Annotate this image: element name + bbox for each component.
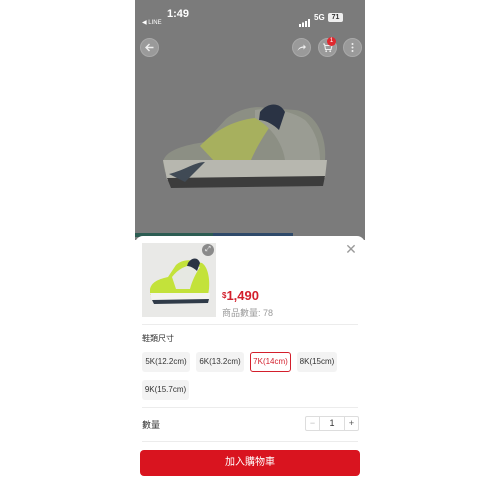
size-option[interactable]: 6K(13.2cm) — [196, 352, 244, 372]
divider — [142, 407, 358, 408]
size-option[interactable]: 9K(15.7cm) — [142, 380, 189, 400]
zoom-icon[interactable]: ⤢ — [202, 244, 214, 256]
add-to-cart-button[interactable]: 加入購物車 — [140, 450, 360, 476]
battery-icon: 71 — [328, 13, 343, 22]
quantity-decrease-button[interactable]: − — [306, 417, 320, 430]
signal-icon — [299, 14, 311, 32]
product-hero-image — [163, 104, 327, 188]
size-option-selected[interactable]: 7K(14cm) — [250, 352, 291, 372]
divider — [142, 441, 358, 442]
back-arrow-icon — [145, 43, 154, 52]
product-image-backdrop[interactable]: 1:49 ◀ LINE 5G 71 1 — [135, 0, 365, 240]
status-bar: 1:49 ◀ LINE 5G 71 — [135, 0, 365, 30]
size-option[interactable]: 8K(15cm) — [297, 352, 337, 372]
size-option[interactable]: 5K(12.2cm) — [142, 352, 190, 372]
quantity-label: 數量 — [142, 420, 161, 430]
phone-screen: 1:49 ◀ LINE 5G 71 1 ✕ ⤢ $1,490 商品數量: 78 … — [135, 0, 365, 500]
size-section-title: 鞋類尺寸 — [142, 334, 174, 343]
back-button[interactable] — [140, 38, 159, 57]
close-icon[interactable]: ✕ — [344, 242, 358, 256]
quantity-stepper: − 1 + — [305, 416, 359, 431]
product-price: $1,490 — [222, 287, 259, 305]
more-button[interactable] — [343, 38, 362, 57]
price-amount: 1,490 — [226, 288, 259, 303]
quantity-increase-button[interactable]: + — [344, 417, 358, 430]
cart-count-badge: 1 — [327, 37, 336, 46]
more-icon — [351, 43, 354, 52]
variant-bottom-sheet: ✕ ⤢ $1,490 商品數量: 78 鞋類尺寸 5K(12.2cm) 6K(1… — [135, 236, 365, 500]
status-back-to-app[interactable]: ◀ LINE — [142, 19, 162, 26]
status-time: 1:49 — [167, 8, 190, 20]
quantity-input[interactable]: 1 — [320, 417, 344, 430]
share-icon — [297, 44, 306, 51]
screen: 1:49 ◀ LINE 5G 71 1 ✕ ⤢ $1,490 商品數量: 78 … — [0, 0, 500, 500]
divider — [142, 324, 358, 325]
stock-quantity: 商品數量: 78 — [222, 308, 274, 318]
network-label: 5G — [314, 13, 325, 22]
share-button[interactable] — [292, 38, 311, 57]
